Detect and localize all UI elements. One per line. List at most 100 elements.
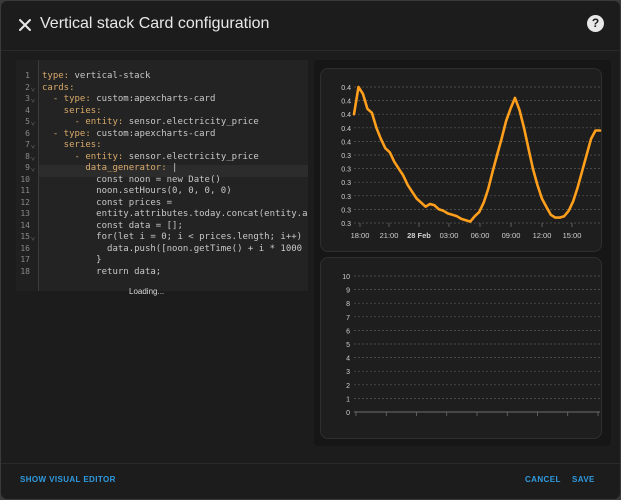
code-text: custom:apexcharts-card: [96, 128, 216, 139]
code-line: const data = [];: [42, 220, 183, 232]
y-tick-label: 0.4: [341, 112, 351, 119]
code-line: noon.setHours(0, 0, 0, 0): [42, 185, 231, 197]
line-number: 16: [20, 243, 30, 253]
y-tick-label: 3: [346, 369, 350, 376]
footer-divider: [1, 463, 620, 464]
header-divider: [1, 50, 620, 51]
y-tick-label: 0.3: [341, 167, 351, 174]
line-number: 15: [20, 232, 30, 241]
dialog-header: Vertical stack Card configuration ?: [1, 1, 620, 49]
code-line: const prices =: [42, 197, 172, 209]
y-tick-label: 0: [346, 410, 350, 417]
code-text: |: [172, 163, 178, 173]
fold-chevron-icon[interactable]: ˅: [31, 166, 35, 174]
close-icon: [19, 19, 31, 31]
y-tick-label: 0.3: [341, 207, 351, 214]
yaml-key: type:: [42, 71, 75, 81]
fold-chevron-icon[interactable]: ˅: [31, 235, 35, 243]
code-line: cards:: [42, 82, 75, 94]
line-number: 5: [25, 117, 30, 126]
y-tick-label: 0.3: [341, 194, 351, 201]
line-number: 12: [20, 197, 30, 207]
config-dialog: Vertical stack Card configuration ? 1 2 ˅ 3…: [1, 1, 620, 499]
code-text: sensor.electricity_price: [128, 117, 259, 127]
line-number: 18: [20, 266, 30, 276]
y-tick-label: 0.4: [341, 126, 351, 133]
x-tick-label: 18:00: [351, 231, 370, 240]
code-text: const data = [];: [42, 220, 183, 231]
line-number: 7: [25, 140, 30, 149]
code-line: type: vertical-stack: [42, 70, 150, 82]
line-number: 3: [25, 94, 30, 103]
y-tick-label: 10: [342, 274, 350, 281]
code-line: data_generator: |: [42, 162, 177, 174]
y-tick-label: 0.4: [341, 139, 351, 146]
yaml-key: series:: [42, 105, 102, 116]
line-number: 11: [20, 186, 30, 195]
x-tick-label: 21:00: [380, 231, 399, 240]
fold-chevron-icon[interactable]: ˅: [31, 97, 35, 105]
code-text: data.push([noon.getTime() + i * 1000 *: [42, 243, 308, 254]
yaml-key: data_generator:: [42, 163, 173, 173]
line-number: 17: [20, 255, 30, 264]
y-tick-label: 4: [346, 356, 350, 363]
yaml-key: cards:: [42, 82, 75, 93]
yaml-code-editor[interactable]: 1 2 ˅ 3 ˅ 4 5 ˅ 6 7 ˅ 8 ˅ 9 ˅ 10 11 12 13 14 15 ˅ 16 17 18 type: …: [16, 60, 308, 291]
code-line: }: [42, 254, 101, 266]
line-number: 4: [25, 105, 30, 115]
fold-chevron-icon[interactable]: ˅: [31, 143, 35, 151]
code-line: series:: [42, 105, 102, 117]
code-line: return data;: [42, 266, 161, 278]
line-number: 10: [20, 174, 30, 184]
cancel-button[interactable]: CANCEL: [525, 475, 561, 484]
fold-chevron-icon[interactable]: ˅: [31, 86, 35, 94]
code-line: - entity: sensor.electricity_price: [42, 151, 259, 163]
code-text: for(let i = 0; i < prices.length; i++) {: [42, 232, 308, 242]
y-tick-label: 6: [346, 328, 350, 335]
code-text: const prices =: [42, 197, 173, 208]
loading-chart-card: 10 9 8 7 6 5 4 3 2 1 0: [320, 257, 602, 439]
y-tick-label: 2: [346, 383, 350, 390]
code-line: data.push([noon.getTime() + i * 1000 *: [42, 243, 308, 255]
loading-label: Loading...: [129, 287, 165, 296]
code-line: entity.attributes.today.concat(entity.at: [42, 208, 308, 220]
line-number: 2: [25, 82, 30, 92]
close-button[interactable]: [13, 13, 37, 37]
code-text: entity.attributes.today.concat(entity.at: [42, 209, 308, 219]
code-text: sensor.electricity_price: [128, 151, 259, 162]
yaml-key: - entity:: [42, 151, 129, 162]
code-line: - entity: sensor.electricity_price: [42, 116, 259, 128]
y-tick-label: 0.4: [341, 99, 351, 106]
y-tick-label: 9: [346, 288, 350, 295]
fold-chevron-icon[interactable]: ˅: [31, 155, 35, 163]
code-text: return data;: [42, 266, 162, 277]
yaml-key: series:: [42, 140, 102, 150]
x-tick-label: 06:00: [471, 231, 490, 240]
x-tick-label: 03:00: [440, 231, 459, 240]
show-visual-editor-button[interactable]: SHOW VISUAL EDITOR: [20, 475, 116, 484]
x-tick-label: 09:00: [502, 231, 521, 240]
line-number: 14: [20, 220, 30, 230]
help-icon[interactable]: ?: [587, 15, 604, 32]
code-text: const noon = new Date(): [42, 174, 221, 185]
code-line: - type: custom:apexcharts-card: [42, 128, 216, 140]
y-tick-label: 5: [346, 342, 350, 349]
card-preview: 0.4 0.4 0.4 0.4 0.4 0.3 0.3 0.3 0.3 0.3 0.3 18:00 21…: [314, 60, 611, 446]
y-tick-label: 7: [346, 315, 350, 322]
line-number: 6: [25, 128, 30, 138]
fold-chevron-icon[interactable]: ˅: [31, 120, 35, 128]
line-number: 13: [20, 209, 30, 218]
dialog-title: Vertical stack Card configuration: [40, 15, 270, 32]
code-line: - type: custom:apexcharts-card: [42, 93, 216, 105]
code-text: vertical-stack: [74, 71, 151, 81]
yaml-key: - type:: [42, 94, 97, 104]
code-line: for(let i = 0; i < prices.length; i++) {: [42, 231, 308, 243]
y-tick-label: 1: [346, 396, 350, 403]
save-button[interactable]: SAVE: [572, 475, 595, 484]
yaml-key: - type:: [42, 128, 97, 139]
y-tick-label: 0.3: [341, 153, 351, 160]
line-number: 9: [25, 163, 30, 172]
x-tick-label: 28 Feb: [407, 231, 431, 240]
y-tick-label: 0.4: [341, 85, 351, 92]
yaml-key: - entity:: [42, 117, 129, 127]
